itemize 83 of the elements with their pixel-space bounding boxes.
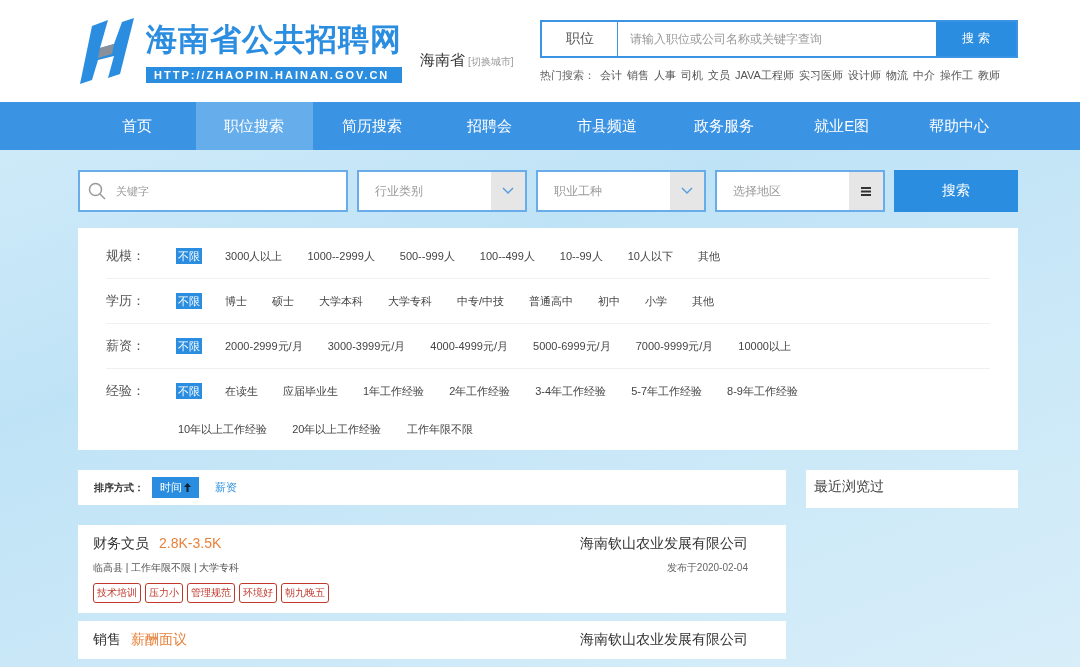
company-name[interactable]: 海南钦山农业发展有限公司 — [580, 631, 748, 649]
filter-option[interactable]: 不限 — [176, 383, 202, 399]
filter-option[interactable]: 8-9年工作经验 — [725, 383, 800, 399]
filter-label: 薪资： — [106, 337, 146, 355]
filter-option[interactable]: 工作年限不限 — [404, 421, 475, 437]
filter-option[interactable]: 硕士 — [270, 293, 296, 309]
logo-icon — [78, 18, 136, 84]
hot-search-link[interactable]: 实习医师 — [798, 67, 843, 83]
filter-option[interactable]: 3000-3999元/月 — [325, 338, 408, 354]
filter-option[interactable]: 在读生 — [223, 383, 260, 399]
filter-option[interactable]: 大学专科 — [386, 293, 434, 309]
job-salary: 2.8K-3.5K — [159, 535, 222, 551]
filter-option[interactable]: 2000-2999元/月 — [223, 338, 305, 354]
recent-panel-title: 最近浏览过 — [806, 470, 1018, 508]
search-button[interactable]: 搜索 — [894, 170, 1018, 212]
current-city: 海南省 — [420, 50, 465, 70]
filter-label: 规模： — [106, 247, 146, 265]
hot-search-link[interactable]: 司机 — [681, 67, 703, 83]
filter-option[interactable]: 博士 — [223, 293, 249, 309]
filter-option[interactable]: 20年以上工作经验 — [290, 421, 384, 437]
job-tag: 压力小 — [145, 583, 183, 603]
filter-option[interactable]: 100--499人 — [477, 248, 537, 264]
list-icon — [861, 186, 871, 196]
filter-option[interactable]: 10000以上 — [736, 338, 793, 354]
hot-search-link[interactable]: 中介 — [912, 67, 935, 83]
top-search-field[interactable]: 职位 请输入职位或公司名称或关键字查询 搜 索 — [540, 19, 1018, 58]
chevron-down-icon — [681, 187, 693, 195]
search-button[interactable]: 搜 索 — [936, 21, 1016, 56]
filter-option[interactable]: 大学本科 — [317, 293, 365, 309]
filter-option[interactable]: 10人以下 — [625, 248, 675, 264]
filter-option[interactable]: 其他 — [695, 248, 722, 264]
job-tag: 管理规范 — [187, 583, 235, 603]
filter-option[interactable]: 500--999人 — [397, 248, 457, 264]
hot-search-link[interactable]: 物流 — [885, 67, 908, 83]
hot-search-link[interactable]: 会计 — [600, 67, 622, 83]
filter-option[interactable]: 小学 — [643, 293, 670, 309]
filter-option[interactable]: 初中 — [596, 293, 623, 309]
filter-option[interactable]: 4000-4999元/月 — [428, 338, 510, 354]
job-tag: 朝九晚五 — [281, 583, 329, 603]
filter-option[interactable]: 不限 — [176, 293, 202, 309]
filter-option[interactable]: 10--99人 — [557, 248, 605, 264]
filter-option[interactable]: 7000-9999元/月 — [633, 338, 716, 354]
job-tag: 环境好 — [239, 583, 277, 603]
job-salary: 薪酬面议 — [131, 631, 187, 649]
filter-option[interactable]: 5-7年工作经验 — [629, 383, 705, 399]
job-title[interactable]: 财务文员 — [93, 535, 149, 553]
hot-search-link[interactable]: 销售 — [627, 67, 649, 83]
job-tag: 技术培训 — [93, 583, 141, 603]
site-url: HTTP://ZHAOPIN.HAINAN.GOV.CN — [146, 67, 402, 83]
filter-option[interactable]: 1000--2999人 — [305, 248, 377, 264]
company-name[interactable]: 海南钦山农业发展有限公司 — [580, 535, 748, 553]
filter-option[interactable]: 5000-6999元/月 — [531, 338, 613, 354]
search-icon — [88, 182, 106, 200]
filter-label: 经验： — [106, 382, 146, 400]
site-name: 海南省公共招聘网 — [146, 21, 402, 59]
arrow-up-icon — [184, 483, 191, 492]
hot-search-link[interactable]: 设计师 — [847, 67, 881, 83]
filter-label: 学历： — [106, 292, 146, 310]
filter-option[interactable]: 3000人以上 — [223, 248, 285, 264]
job-title[interactable]: 销售 — [93, 631, 121, 649]
filter-option[interactable]: 不限 — [176, 338, 202, 354]
chevron-down-icon — [502, 187, 514, 195]
filter-option[interactable]: 3-4年工作经验 — [533, 383, 609, 399]
hot-search-link[interactable]: 人事 — [654, 67, 676, 83]
filter-option[interactable]: 不限 — [176, 248, 202, 264]
filter-option[interactable]: 2年工作经验 — [447, 383, 513, 399]
hot-search-link[interactable]: 文员 — [708, 67, 730, 83]
post-date: 发布于2020-02-04 — [666, 561, 748, 575]
filter-option[interactable]: 中专/中技 — [455, 293, 507, 309]
job-meta: 临高县 | 工作年限不限 | 大学专科 — [93, 561, 240, 575]
filter-option[interactable]: 应届毕业生 — [281, 383, 340, 399]
hot-search-link[interactable]: JAVA工程师 — [735, 67, 794, 83]
filter-option[interactable]: 1年工作经验 — [361, 383, 427, 399]
filter-option[interactable]: 普通高中 — [527, 293, 576, 309]
hot-search-link[interactable]: 操作工 — [939, 67, 973, 83]
filter-option[interactable]: 10年以上工作经验 — [176, 421, 270, 437]
hot-search-link[interactable]: 教师 — [977, 67, 1000, 83]
sort-label: 排序方式： — [94, 480, 144, 495]
filter-option[interactable]: 其他 — [690, 293, 717, 309]
keyword-field[interactable]: 关键字 — [78, 170, 348, 212]
sort-option[interactable]: 时间 — [152, 477, 199, 498]
sort-option[interactable]: 薪资 — [207, 477, 245, 498]
hot-search-label: 热门搜索： — [540, 67, 595, 83]
